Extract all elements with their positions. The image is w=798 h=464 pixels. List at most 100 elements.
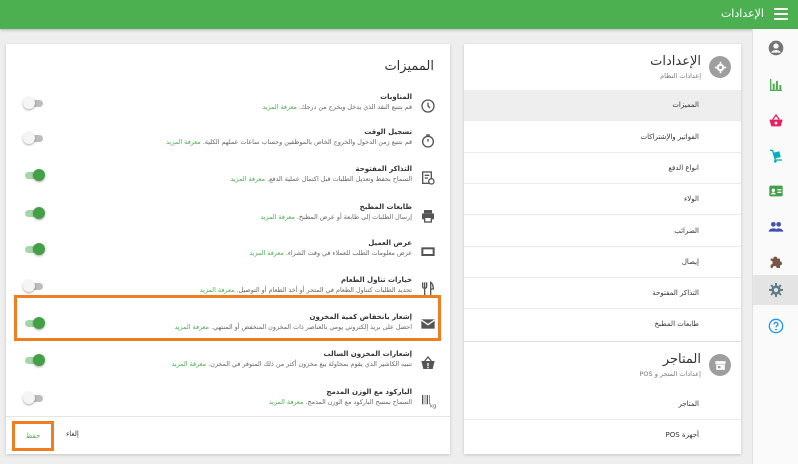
help-circle-icon xyxy=(768,318,784,334)
barcode-weight-icon: kg xyxy=(420,393,436,410)
feature-row-time-clock: تسجيل الوقت قم بتتبع زمن الدخول والخروج … xyxy=(6,127,450,165)
nav-label: إيصال xyxy=(681,258,699,266)
rail-help[interactable] xyxy=(753,311,798,341)
feature-toggle-weight-barcode[interactable] xyxy=(23,392,45,404)
feature-name: تسجيل الوقت xyxy=(364,128,412,136)
feature-name: المناوبات xyxy=(380,93,412,101)
nav-item-taxes[interactable]: الضرائب xyxy=(464,216,741,247)
shopping-basket-icon xyxy=(769,113,783,127)
account-circle-icon xyxy=(768,40,784,56)
feature-desc: تنبيه الكاشير الذي يقوم بمحاولة بيع مخزو… xyxy=(208,360,412,368)
section-subtitle: إعدادات المتجر و POS xyxy=(639,370,701,378)
nav-item-open-tickets[interactable]: التذاكر المفتوحة xyxy=(464,278,741,309)
feature-row-shifts: المناوبات قم بتتبع النقد الذي يدخل ويخرج… xyxy=(6,92,450,130)
contact-card-icon xyxy=(769,185,783,197)
learn-more-link[interactable]: معرفة المزيد xyxy=(249,249,284,257)
learn-more-link[interactable]: معرفة المزيد xyxy=(269,398,304,406)
feature-toggle-negative-stock[interactable] xyxy=(23,354,45,366)
rail-reports[interactable] xyxy=(753,70,798,100)
feature-desc: تحديد الطلبات كتناول الطعام في المتجر أو… xyxy=(236,286,412,294)
gear-icon xyxy=(769,283,783,297)
nav-item-receipt[interactable]: إيصال xyxy=(464,247,741,278)
system-settings-header: الإعدادات إعدادات النظام xyxy=(464,46,741,86)
people-icon xyxy=(768,222,784,232)
svg-text:kg: kg xyxy=(430,404,436,409)
feature-name: الباركود مع الوزن المدمج xyxy=(326,388,412,396)
rail-addons[interactable] xyxy=(753,247,798,277)
nav-label: الولاء xyxy=(684,195,699,203)
nav-item-billing[interactable]: الفواتير والإشتراكات xyxy=(464,122,741,153)
learn-more-link[interactable]: معرفة المزيد xyxy=(230,175,265,183)
rail-settings[interactable] xyxy=(753,275,798,305)
feature-name: التذاكر المفتوحة xyxy=(355,165,413,173)
feature-desc: إرسال الطلبات إلى طابعة أو عرض المطبخ. xyxy=(296,213,412,221)
settings-nav-card: الإعدادات إعدادات النظام المميزات الفوات… xyxy=(464,44,741,454)
nav-item-kitchen-printers[interactable]: طابعات المطبخ xyxy=(464,309,741,340)
feature-row-customer-display: عرض العميل عرض معلومات الطلب للعملاء في … xyxy=(6,238,450,276)
stores-header: المتاجر إعدادات المتجر و POS xyxy=(464,344,741,384)
feature-row-negative-stock: إشعارات المخزون السالب تنبيه الكاشير الذ… xyxy=(6,349,450,387)
nav-label: التذاكر المفتوحة xyxy=(652,289,699,297)
feature-row-open-tickets: التذاكر المفتوحة السماح بحفظ وتعديل الطل… xyxy=(6,164,450,202)
nav-item-pos-devices[interactable]: أجهزة POS xyxy=(464,420,741,451)
features-title: المميزات xyxy=(384,59,434,74)
nav-label: طابعات المطبخ xyxy=(654,320,699,328)
puzzle-icon xyxy=(770,256,782,268)
nav-item-features[interactable]: المميزات xyxy=(464,90,741,121)
highlight-annotation-box xyxy=(14,295,441,341)
learn-more-link[interactable]: معرفة المزيد xyxy=(166,138,201,146)
hamburger-menu-icon[interactable] xyxy=(774,8,788,20)
rail-contacts[interactable] xyxy=(753,176,798,206)
nav-label: الفواتير والإشتراكات xyxy=(640,133,700,141)
page-title: الإعدادات xyxy=(720,7,764,20)
footer-divider xyxy=(6,416,450,417)
feature-toggle-dining-options[interactable] xyxy=(23,280,45,292)
learn-more-link[interactable]: معرفة المزيد xyxy=(260,213,295,221)
navigation-rail xyxy=(752,29,798,464)
feature-toggle-customer-display[interactable] xyxy=(23,243,45,255)
learn-more-link[interactable]: معرفة المزيد xyxy=(262,103,297,111)
section-title: الإعدادات xyxy=(650,54,701,69)
monitor-icon xyxy=(420,244,436,260)
section-title: المتاجر xyxy=(662,352,701,367)
dolly-icon xyxy=(769,149,782,163)
section-subtitle: إعدادات النظام xyxy=(660,72,701,80)
nav-item-payment-types[interactable]: انواع الدفع xyxy=(464,153,741,184)
nav-label: المميزات xyxy=(672,101,699,109)
feature-name: عرض العميل xyxy=(368,239,412,247)
learn-more-link[interactable]: معرفة المزيد xyxy=(200,286,235,294)
bar-chart-icon xyxy=(770,79,782,91)
nav-label: المتاجر xyxy=(678,400,699,408)
clock-icon xyxy=(420,98,436,114)
feature-desc: السماح بمسح الباركود مع الوزن المدمج. xyxy=(305,398,412,406)
rail-purchases[interactable] xyxy=(753,141,798,171)
nav-label: انواع الدفع xyxy=(668,164,699,172)
feature-row-kitchen-printers: طابعات المطبخ إرسال الطلبات إلى طابعة أو… xyxy=(6,202,450,240)
rail-sales[interactable] xyxy=(753,106,798,136)
top-app-bar: الإعدادات xyxy=(0,0,798,29)
rail-employees[interactable] xyxy=(753,212,798,242)
features-card: المميزات المناوبات قم بتتبع النقد الذي ي… xyxy=(6,44,450,454)
feature-toggle-open-tickets[interactable] xyxy=(23,169,45,181)
gear-icon xyxy=(709,56,731,78)
feature-row-weight-barcode: kg الباركود مع الوزن المدمج السماح بمسح … xyxy=(6,387,450,425)
feature-toggle-time-clock[interactable] xyxy=(23,132,45,144)
feature-toggle-shifts[interactable] xyxy=(23,97,45,109)
store-icon xyxy=(709,354,731,376)
printer-icon xyxy=(420,208,436,224)
nav-item-stores[interactable]: المتاجر xyxy=(464,389,741,420)
section-divider xyxy=(464,341,741,342)
feature-name: خيارات تناول الطعام xyxy=(341,276,412,284)
cancel-button[interactable]: إلغاء xyxy=(66,430,79,438)
save-button[interactable]: حفظ xyxy=(12,421,54,451)
nav-label: الضرائب xyxy=(674,227,699,235)
feature-desc: السماح بحفظ وتعديل الطلبات قبل اكتمال عم… xyxy=(267,175,412,183)
feature-name: إشعارات المخزون السالب xyxy=(323,350,412,358)
nav-item-loyalty[interactable]: الولاء xyxy=(464,184,741,215)
rail-account[interactable] xyxy=(753,33,798,63)
feature-name: طابعات المطبخ xyxy=(359,203,412,211)
learn-more-link[interactable]: معرفة المزيد xyxy=(171,360,206,368)
feature-desc: قم بتتبع النقد الذي يدخل ويخرج من درجك. xyxy=(299,103,412,111)
feature-toggle-kitchen-printers[interactable] xyxy=(23,207,45,219)
stopwatch-icon xyxy=(420,133,436,149)
